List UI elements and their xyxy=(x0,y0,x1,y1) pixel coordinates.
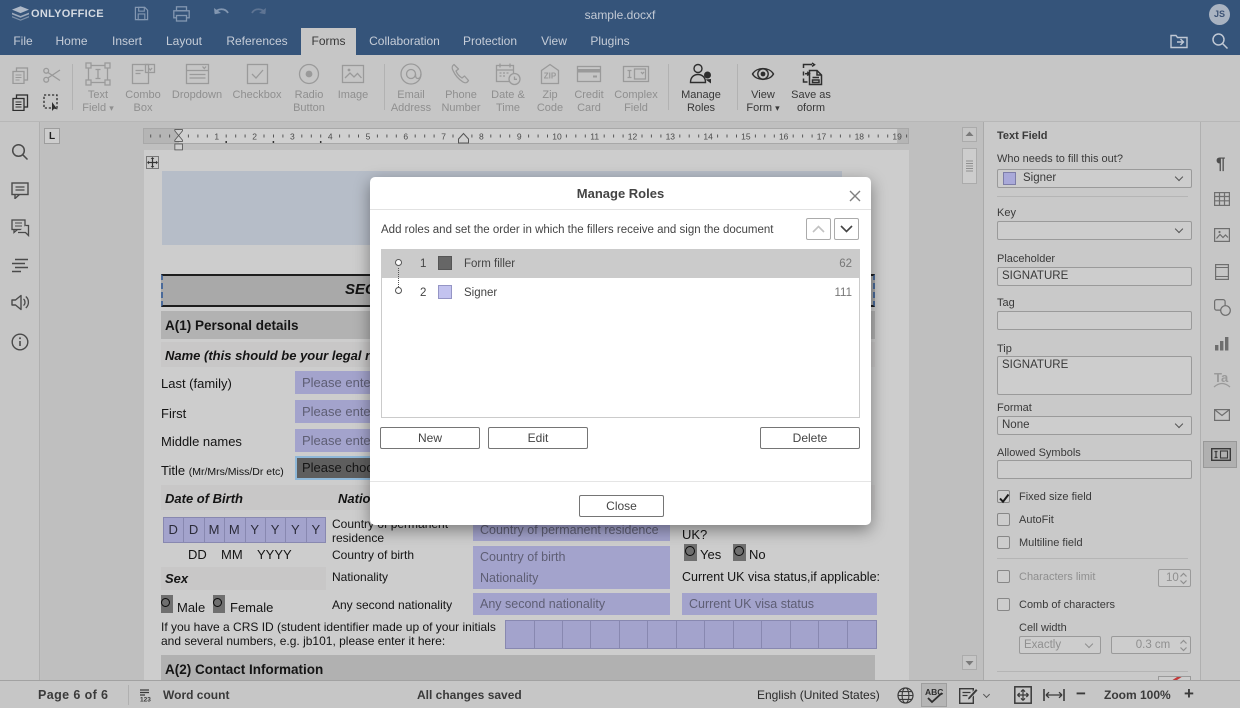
svg-text:18: 18 xyxy=(855,132,865,142)
svg-text:17: 17 xyxy=(817,132,827,142)
svg-text:2: 2 xyxy=(252,132,257,142)
svg-text:15: 15 xyxy=(741,132,751,142)
svg-text:4: 4 xyxy=(328,132,333,142)
svg-text:16: 16 xyxy=(779,132,789,142)
svg-text:6: 6 xyxy=(403,132,408,142)
svg-text:1: 1 xyxy=(214,132,219,142)
svg-text:ZIP: ZIP xyxy=(544,72,557,81)
svg-text:8: 8 xyxy=(479,132,484,142)
svg-text:5: 5 xyxy=(366,132,371,142)
svg-text:3: 3 xyxy=(290,132,295,142)
svg-text:10: 10 xyxy=(552,132,562,142)
svg-text:9: 9 xyxy=(517,132,522,142)
svg-text:11: 11 xyxy=(590,132,599,142)
svg-text:19: 19 xyxy=(892,132,902,142)
svg-text:ABC: ABC xyxy=(925,687,943,697)
svg-text:7: 7 xyxy=(441,132,446,142)
svg-text:14: 14 xyxy=(703,132,713,142)
svg-text:12: 12 xyxy=(628,132,638,142)
svg-text:123: 123 xyxy=(140,697,151,703)
svg-text:13: 13 xyxy=(666,132,676,142)
